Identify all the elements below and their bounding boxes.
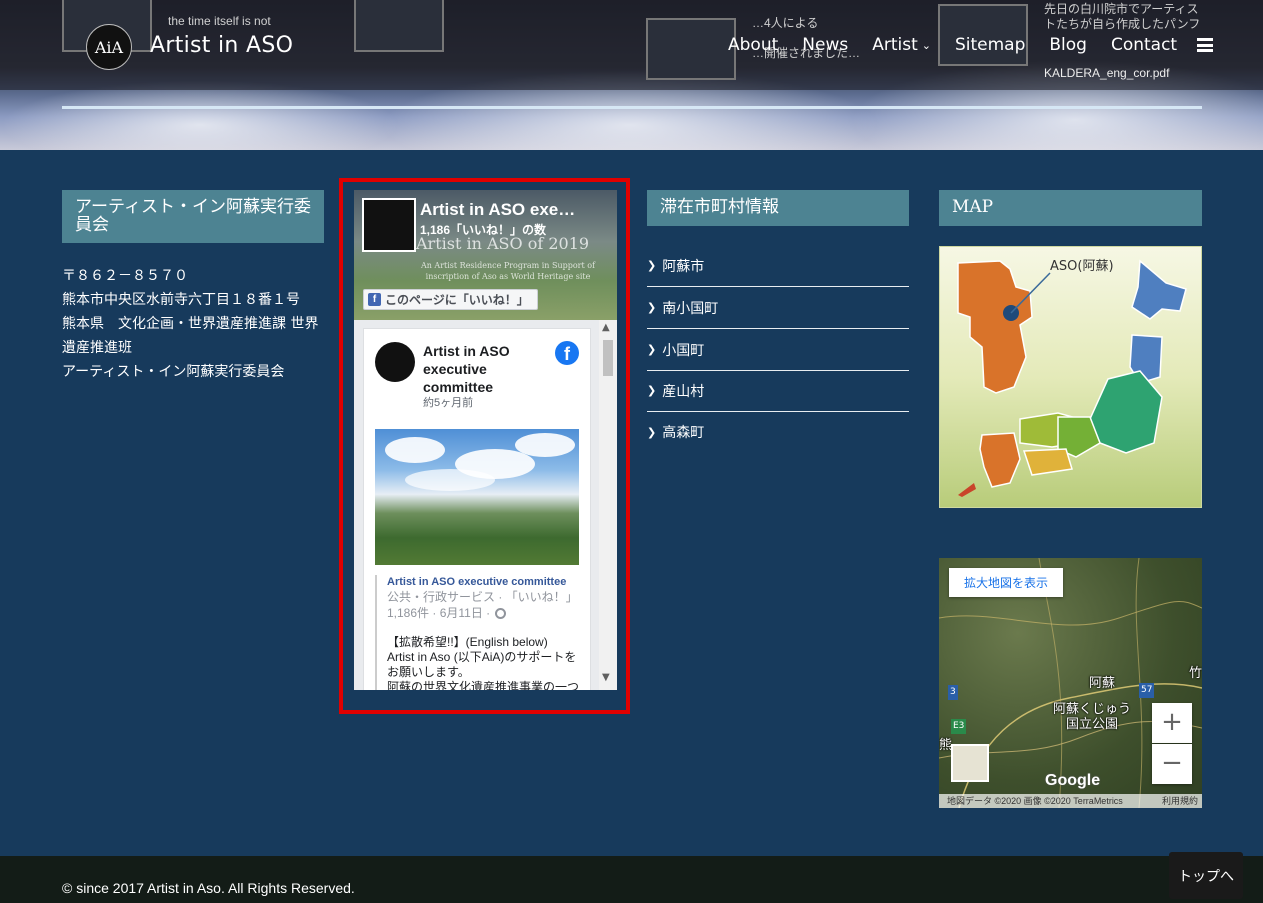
google-map[interactable]: 拡大地図を表示 阿蘇 阿蘇くじゅう 国立公園 竹 熊 3 57 E3 + − G…	[939, 558, 1202, 808]
facebook-f-icon: f	[368, 293, 381, 306]
enlarge-map-button[interactable]: 拡大地図を表示	[949, 568, 1064, 597]
municipality-link[interactable]: ❯ 小国町	[647, 329, 909, 371]
zoom-out-button[interactable]: −	[1152, 744, 1192, 784]
fb-page-avatar[interactable]	[362, 198, 416, 252]
municipality-label: 高森町	[662, 425, 705, 441]
scroll-down-icon[interactable]: ▼	[602, 672, 610, 683]
fb-like-page-button[interactable]: f このページに「いいね！」	[363, 289, 538, 310]
cloud	[0, 80, 400, 150]
address-line: 〒８６２－８５７０	[62, 268, 188, 284]
fb-page-name[interactable]: Artist in ASO exe…	[420, 200, 610, 220]
hamburger-menu-icon[interactable]	[1197, 38, 1214, 52]
japan-map-svg	[957, 259, 1187, 497]
map-label-aso: 阿蘇	[1089, 676, 1116, 691]
address-line: アーティスト・イン阿蘇実行委員会	[62, 364, 285, 380]
nav-about[interactable]: About	[728, 35, 778, 55]
ghost-text: the time itself is not	[168, 14, 271, 28]
cloud	[515, 433, 575, 457]
nav-blog[interactable]: Blog	[1049, 35, 1087, 55]
nav-contact[interactable]: Contact	[1111, 35, 1177, 55]
fb-cover-image[interactable]: Artist in ASO of 2019 An Artist Residenc…	[354, 190, 617, 320]
municipality-label: 産山村	[662, 383, 705, 400]
shared-page-name[interactable]: Artist in ASO executive committee	[387, 575, 581, 589]
post-body: 【拡散希望!!】(English below) Artist in Aso (以…	[387, 635, 580, 690]
chevron-right-icon: ❯	[647, 259, 657, 272]
shared-category: 公共・行政サービス · 「いいね！」	[387, 590, 578, 604]
chevron-right-icon: ❯	[647, 343, 657, 356]
attribution-text: 地図データ ©2020 画像 ©2020 TerraMetrics	[947, 796, 1123, 806]
chevron-right-icon: ❯	[647, 384, 657, 397]
ghost-text: KALDERA_eng_cor.pdf	[1044, 66, 1170, 80]
zoom-in-button[interactable]: +	[1152, 703, 1192, 743]
terms-link[interactable]: 利用規約	[1162, 794, 1198, 808]
municipality-label: 小国町	[662, 342, 705, 359]
main-nav: About News Artist ⌄ Sitemap Blog Contact	[728, 35, 1214, 55]
municipality-label: 南小国町	[662, 300, 719, 317]
facebook-icon[interactable]: f	[555, 341, 579, 365]
ghost-text: …4人による	[752, 16, 819, 30]
municipality-link[interactable]: ❯ 南小国町	[647, 287, 909, 329]
cloud	[405, 469, 495, 491]
municipality-link[interactable]: ❯ 阿蘇市	[647, 245, 909, 287]
address-line: 熊本市中央区水前寺六丁目１８番１号	[62, 292, 300, 308]
municipality-label: 阿蘇市	[662, 258, 705, 275]
fb-scrollbar[interactable]: ▲ ▼	[599, 320, 617, 690]
scroll-up-icon[interactable]: ▲	[602, 322, 610, 333]
nav-sitemap[interactable]: Sitemap	[955, 35, 1025, 55]
site-logo[interactable]: AiA	[86, 24, 132, 70]
cover-subcaption: An Artist Residence Program in Support o…	[420, 261, 596, 281]
post-author[interactable]: Artist in ASO executive committee	[423, 342, 553, 396]
chevron-right-icon: ❯	[647, 425, 657, 439]
municipality-link[interactable]: ❯ 産山村	[647, 370, 909, 412]
cloud	[385, 437, 445, 463]
map-attribution: 地図データ ©2020 画像 ©2020 TerraMetrics 利用規約	[939, 794, 1202, 808]
map-label-take: 竹	[1189, 666, 1202, 681]
nav-artist-label: Artist	[872, 35, 918, 55]
fb-timeline[interactable]: Artist in ASO executive committee 約5ヶ月前 …	[354, 320, 617, 690]
ghost-thumbnail	[354, 0, 444, 52]
nav-news[interactable]: News	[802, 35, 848, 55]
chevron-right-icon: ❯	[647, 301, 657, 314]
map-aso-label: ASO(阿蘇)	[1050, 259, 1114, 274]
committee-title: アーティスト・イン阿蘇実行委員会	[62, 190, 324, 243]
municipalities-title: 滞在市町村情報	[647, 190, 909, 226]
fb-post[interactable]: Artist in ASO executive committee 約5ヶ月前 …	[363, 328, 591, 690]
map-type-toggle[interactable]	[951, 744, 989, 782]
map-label-park: 阿蘇くじゅう 国立公園	[1053, 702, 1132, 732]
footer: © since 2017 Artist in Aso. All Rights R…	[0, 856, 1263, 903]
post-image[interactable]	[375, 429, 579, 565]
road-badge: 3	[948, 685, 958, 700]
municipality-link[interactable]: ❯ 高森町	[647, 411, 909, 453]
road-badge: 57	[1139, 683, 1155, 698]
shared-meta: 1,186件 · 6月11日 ·	[387, 605, 581, 621]
site-title[interactable]: Artist in ASO	[150, 33, 293, 58]
committee-address: 〒８６２－８５７０ 熊本市中央区水前寺六丁目１８番１号 熊本県 文化企画・世界遺…	[62, 264, 324, 384]
header-divider	[62, 106, 1202, 109]
fb-like-count: 1,186「いいね！」の数	[420, 223, 547, 237]
address-line: 熊本県 文化企画・世界遺産推進課 世界遺産推進班	[62, 316, 319, 356]
map-title: MAP	[939, 190, 1202, 226]
scroll-thumb[interactable]	[603, 340, 613, 376]
copyright: © since 2017 Artist in Aso. All Rights R…	[62, 880, 355, 896]
shared-meta-text: 1,186件 · 6月11日 ·	[387, 606, 491, 620]
ghost-thumbnail	[646, 18, 736, 80]
chevron-down-icon: ⌄	[921, 38, 931, 52]
post-avatar[interactable]	[375, 342, 415, 382]
japan-map-image[interactable]: ASO(阿蘇)	[939, 246, 1202, 508]
shared-post[interactable]: Artist in ASO executive committee 公共・行政サ…	[375, 575, 581, 690]
back-to-top-button[interactable]: トップへ	[1169, 852, 1243, 899]
hero-banner: the time itself is not …4人による …開催されました… …	[0, 0, 1263, 150]
globe-icon	[495, 607, 507, 619]
nav-artist[interactable]: Artist ⌄	[872, 35, 931, 55]
post-time[interactable]: 約5ヶ月前	[423, 394, 473, 410]
road-badge: E3	[951, 719, 967, 734]
logo-text: AiA	[94, 37, 124, 57]
google-logo: Google	[1045, 772, 1101, 789]
facebook-page-plugin[interactable]: Artist in ASO of 2019 An Artist Residenc…	[354, 190, 617, 690]
like-button-label: このページに「いいね！」	[385, 293, 529, 307]
